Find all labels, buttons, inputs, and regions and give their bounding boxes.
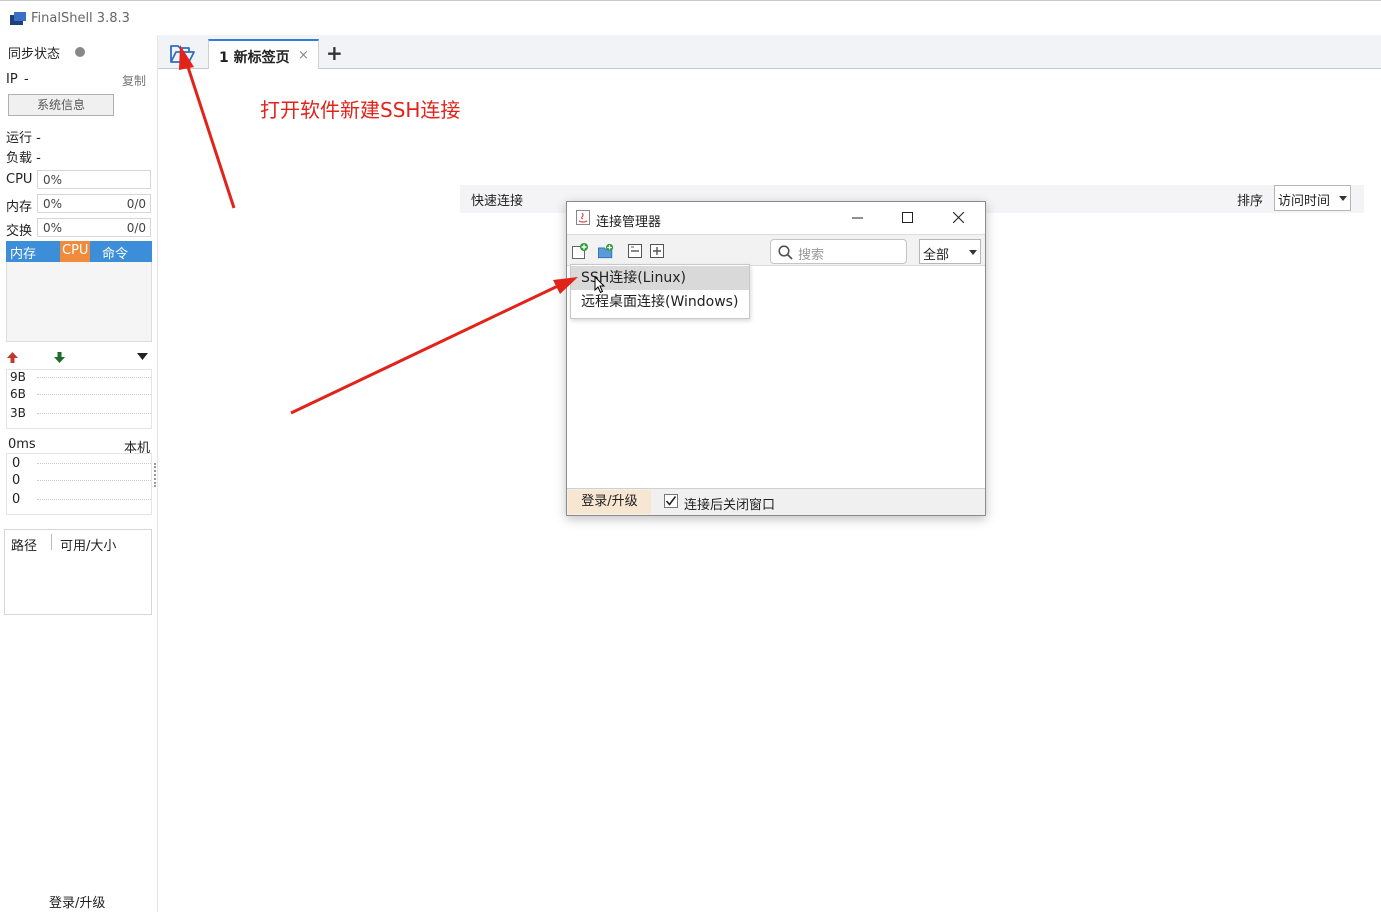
dialog-toolbar: 搜索 全部 [567,234,985,266]
filter-value: 全部 [923,248,950,263]
search-placeholder: 搜索 [798,248,825,263]
memory-meter: 0% 0/0 [37,194,151,213]
grid-line [37,463,151,464]
chevron-down-icon [1339,196,1347,201]
minimize-icon [851,217,863,219]
grid-line [37,499,151,500]
process-tabs: 内存 CPU 命令 [6,241,152,262]
app-logo-icon [10,12,26,25]
new-connection-icon[interactable] [572,243,588,259]
tab-label: 1 新标签页 [219,50,290,66]
dialog-footer: 登录/升级 连接后关闭窗口 [567,488,985,515]
latency-label: 0ms [8,437,36,452]
sort-label: 排序 [1237,194,1264,209]
app-title: FinalShell 3.8.3 [31,11,130,26]
cpu-percent: 0% [43,173,63,187]
grid-line [37,480,151,481]
maximize-icon [901,212,913,223]
fs-column-path[interactable]: 路径 [11,535,37,554]
swap-label: 交换 [6,224,33,239]
tab-close-icon[interactable]: × [298,48,309,63]
dialog-title: 连接管理器 [596,215,662,230]
latency-chart: 0 0 0 [6,453,152,515]
sort-select[interactable]: 访问时间 [1274,185,1351,211]
annotation-arrow-ssh [290,283,561,415]
connection-manager-dialog: 连接管理器 搜索 全部 SSH连接(Linux) 远程桌面连接(Windows)… [566,201,986,516]
open-folder-icon[interactable] [170,45,195,64]
swap-value: 0/0 [126,221,146,235]
sync-status-dot-icon [75,47,85,57]
process-tab-memory[interactable]: 内存 [10,243,36,262]
upload-arrow-icon [7,352,18,363]
expand-all-icon[interactable] [649,243,665,259]
filter-select[interactable]: 全部 [919,239,981,264]
memory-percent: 0% [43,197,63,211]
collapse-all-icon[interactable] [627,243,643,259]
title-bar: FinalShell 3.8.3 [0,1,1381,35]
process-tab-cpu[interactable]: CPU [60,241,91,262]
sync-status-label: 同步状态 [8,47,61,62]
network-interface-dropdown-icon[interactable] [137,353,148,360]
filesystem-table: 路径 可用/大小 [4,529,152,615]
download-arrow-icon [54,352,65,363]
net-tick-label: 9B [10,370,26,384]
column-divider [51,534,52,550]
dialog-title-bar[interactable]: 连接管理器 [567,202,985,234]
grid-line [37,413,151,414]
annotation-text: 打开软件新建SSH连接 [260,98,461,122]
latency-value: 0 [12,473,21,488]
java-app-icon [576,210,590,225]
net-tick-label: 6B [10,387,26,401]
fs-column-size[interactable]: 可用/大小 [60,535,116,554]
sidebar: 同步状态 IP - 复制 系统信息 运行 - 负载 - CPU 0% 内存 0%… [0,35,158,912]
close-button[interactable] [935,202,981,234]
ip-value: - [24,72,29,87]
swap-percent: 0% [43,221,63,235]
close-icon [952,211,964,224]
cpu-label: CPU [6,172,33,187]
new-folder-icon[interactable] [598,243,614,259]
mouse-cursor-icon [594,276,606,294]
latency-value: 0 [12,456,21,471]
process-tab-command[interactable]: 命令 [102,243,128,262]
memory-label: 内存 [6,200,33,215]
sidebar-resize-handle[interactable] [154,463,156,487]
add-tab-button[interactable]: + [326,41,343,65]
close-after-connect-checkbox[interactable] [664,494,678,508]
sidebar-login-link[interactable]: 登录/升级 [49,892,105,911]
swap-meter: 0% 0/0 [37,218,151,237]
grid-line [37,394,151,395]
search-icon [778,245,793,260]
chevron-down-icon [969,250,977,255]
system-info-button[interactable]: 系统信息 [8,94,114,116]
annotation-arrow-folder [185,63,236,209]
dialog-login-button[interactable]: 登录/升级 [568,490,651,514]
cpu-meter: 0% [37,170,151,189]
ip-label: IP [6,72,18,87]
network-chart: 9B 6B 3B [6,369,152,429]
minimize-button[interactable] [834,202,880,234]
running-label: 运行 - [6,131,41,146]
load-label: 负载 - [6,151,41,166]
process-list[interactable] [6,262,152,342]
maximize-button[interactable] [884,202,930,234]
tab-new[interactable]: 1 新标签页 × [208,39,319,69]
quick-connect-label: 快速连接 [471,194,524,209]
net-tick-label: 3B [10,406,26,420]
copy-ip-link[interactable]: 复制 [122,72,146,89]
search-input[interactable]: 搜索 [770,239,907,264]
sort-value: 访问时间 [1278,194,1331,209]
checkmark-icon [665,496,677,506]
grid-line [37,377,151,378]
latency-value: 0 [12,492,21,507]
memory-value: 0/0 [126,197,146,211]
close-after-connect-label: 连接后关闭窗口 [684,498,776,513]
